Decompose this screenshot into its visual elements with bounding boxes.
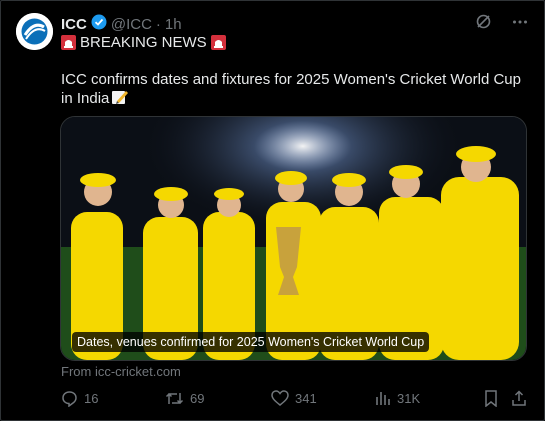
views-button[interactable]: 31K [375, 390, 420, 406]
like-button[interactable]: 341 [271, 390, 317, 406]
breaking-line: BREAKING NEWS [61, 34, 226, 51]
timestamp[interactable]: 1h [165, 16, 182, 33]
post-header: ICC @ICC · 1h [61, 14, 182, 34]
media-image[interactable]: Dates, venues confirmed for 2025 Women's… [60, 116, 527, 361]
siren-icon [61, 35, 76, 50]
repost-button[interactable]: 69 [165, 390, 204, 407]
repost-icon [165, 392, 184, 405]
bookmark-button[interactable] [484, 390, 498, 407]
like-count: 341 [295, 390, 317, 406]
display-name[interactable]: ICC [61, 16, 87, 33]
avatar[interactable] [16, 13, 53, 50]
verified-badge-icon [91, 14, 107, 34]
handle[interactable]: @ICC [111, 16, 152, 33]
reply-button[interactable]: 16 [61, 390, 98, 407]
team-photo [61, 117, 526, 360]
share-icon [512, 390, 526, 406]
post-text: ICC confirms dates and fixtures for 2025… [61, 70, 529, 108]
media-caption: Dates, venues confirmed for 2025 Women's… [72, 332, 430, 352]
like-icon [271, 390, 289, 406]
views-icon [376, 392, 390, 405]
source-link[interactable]: From icc-cricket.com [61, 364, 181, 379]
grok-icon[interactable] [475, 13, 492, 35]
post-body: ICC confirms dates and fixtures for 2025… [61, 71, 521, 107]
share-button[interactable] [511, 390, 527, 407]
separator: · [155, 15, 161, 33]
more-icon[interactable] [512, 14, 528, 35]
bookmark-icon [485, 390, 497, 407]
reply-count: 16 [84, 391, 99, 406]
repost-count: 69 [190, 391, 205, 406]
siren-icon [210, 35, 226, 50]
action-bar: 16 69 341 31K [61, 390, 531, 410]
post-card[interactable]: ICC @ICC · 1h BREAKING NEWS ICC confirms… [0, 0, 545, 421]
views-count: 31K [397, 390, 421, 406]
breaking-text: BREAKING NEWS [80, 34, 207, 51]
pencil-icon [112, 89, 129, 105]
reply-icon [62, 391, 77, 407]
